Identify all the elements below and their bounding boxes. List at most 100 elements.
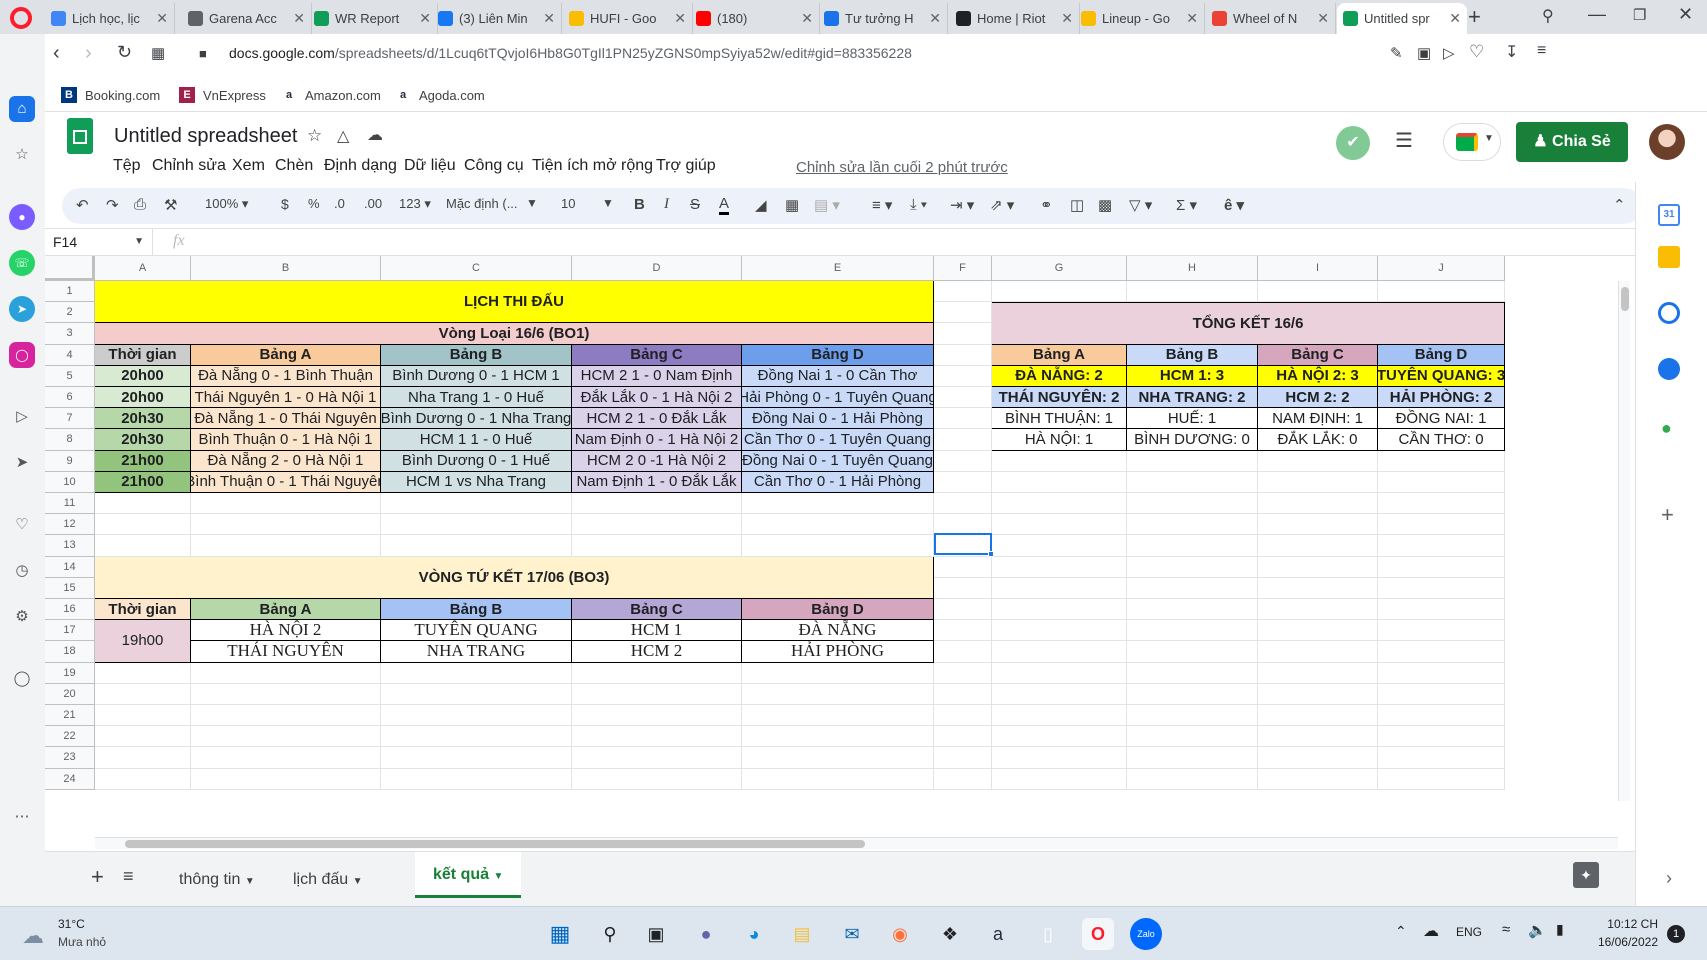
header-time[interactable]: Thời gian [95, 344, 191, 366]
tab-close-icon[interactable]: ✕ [674, 10, 686, 27]
spreadsheet-grid[interactable]: ABCDEFGHIJ 1 2 3 4 5 6 7 8 9 10 11 12 13 14 15 16 17 18 19… [45, 256, 1635, 851]
empty-cell[interactable] [1258, 450, 1378, 472]
wifi-icon[interactable]: ≈ [1502, 921, 1510, 938]
quarterfinal-team[interactable]: THÁI NGUYÊN [191, 641, 381, 663]
empty-cell[interactable] [1127, 556, 1258, 578]
summary-standing[interactable]: HUẾ: 1 [1127, 408, 1258, 430]
empty-cell[interactable] [1378, 768, 1505, 790]
column-header[interactable]: G [992, 256, 1127, 281]
empty-cell[interactable] [191, 705, 381, 727]
active-cell[interactable] [934, 533, 992, 555]
empty-cell[interactable] [742, 683, 934, 705]
hide-panel-icon[interactable]: › [1666, 868, 1672, 889]
empty-cell[interactable] [381, 662, 572, 684]
empty-cell[interactable] [1378, 705, 1505, 727]
history-icon[interactable]: ◷ [9, 558, 35, 584]
empty-cell[interactable] [934, 747, 992, 769]
match-result[interactable]: Cần Thơ 0 - 1 Hải Phòng [742, 471, 934, 493]
empty-cell[interactable] [1258, 641, 1378, 663]
empty-cell[interactable] [1258, 747, 1378, 769]
empty-cell[interactable] [1378, 620, 1505, 642]
empty-cell[interactable] [572, 705, 742, 727]
empty-cell[interactable] [572, 514, 742, 536]
summary-standing[interactable]: CẦN THƠ: 0 [1378, 429, 1505, 451]
empty-cell[interactable] [381, 726, 572, 748]
chat-icon[interactable]: ● [690, 918, 722, 950]
align-horizontal-icon[interactable]: ≡ ▾ [872, 196, 892, 214]
summary-standing[interactable]: BÌNH DƯƠNG: 0 [1127, 429, 1258, 451]
empty-cell[interactable] [992, 768, 1127, 790]
empty-cell[interactable] [992, 620, 1127, 642]
empty-cell[interactable] [742, 747, 934, 769]
column-header[interactable]: H [1127, 256, 1258, 281]
empty-cell[interactable] [742, 662, 934, 684]
column-header[interactable]: J [1378, 256, 1505, 281]
match-time[interactable]: 20h30 [95, 408, 191, 430]
row-header[interactable]: 22 [45, 726, 95, 748]
empty-cell[interactable] [742, 726, 934, 748]
match-result[interactable]: HCM 1 vs Nha Trang [381, 471, 572, 493]
row-header[interactable]: 14 [45, 556, 95, 578]
match-result[interactable]: Bình Dương 0 - 1 HCM 1 [381, 365, 572, 387]
row-header[interactable]: 7 [45, 408, 95, 430]
vertical-scroll-thumb[interactable] [1621, 287, 1629, 311]
empty-cell[interactable] [191, 535, 381, 557]
quarterfinal-team[interactable]: NHA TRANG [381, 641, 572, 663]
match-result[interactable]: Cần Thơ 0 - 1 Tuyên Quang [742, 429, 934, 451]
empty-cell[interactable] [1258, 620, 1378, 642]
forward-icon[interactable]: › [85, 42, 92, 65]
zalo-icon[interactable]: Zalo [1130, 918, 1162, 950]
browser-tab[interactable]: (180) ✕ [690, 3, 820, 34]
opera-logo-icon[interactable] [10, 7, 32, 29]
empty-cell[interactable] [934, 705, 992, 727]
summary-standing[interactable]: HCM 1: 3 [1127, 365, 1258, 387]
italic-icon[interactable]: I [664, 196, 669, 213]
empty-cell[interactable] [1258, 683, 1378, 705]
summary-standing[interactable]: TUYÊN QUANG: 3 [1378, 365, 1505, 387]
header-group[interactable]: Bảng D [742, 344, 934, 366]
header-group[interactable]: Bảng C [572, 599, 742, 621]
empty-cell[interactable] [742, 535, 934, 557]
row-header[interactable]: 17 [45, 620, 95, 642]
column-header[interactable]: E [742, 256, 934, 281]
browser-tab[interactable]: WR Report ✕ [308, 3, 438, 34]
empty-cell[interactable] [934, 620, 992, 642]
restore-button[interactable]: ❐ [1633, 6, 1646, 24]
insert-link-icon[interactable]: ⚭ [1040, 196, 1053, 214]
empty-cell[interactable] [1378, 726, 1505, 748]
match-result[interactable]: Đồng Nai 0 - 1 Tuyên Quang [742, 450, 934, 472]
browser-tab[interactable]: Wheel of N ✕ [1206, 3, 1336, 34]
match-result[interactable]: Bình Thuận 0 - 1 Thái Nguyên [191, 471, 381, 493]
header-group[interactable]: Bảng A [191, 599, 381, 621]
language-indicator[interactable]: ENG [1456, 925, 1482, 939]
tasks-icon[interactable] [1658, 302, 1680, 324]
row-header[interactable]: 13 [45, 535, 95, 557]
empty-cell[interactable] [992, 493, 1127, 515]
tab-close-icon[interactable]: ✕ [543, 10, 555, 27]
back-icon[interactable]: ‹ [53, 42, 60, 65]
messenger-icon[interactable]: ● [9, 204, 35, 230]
match-result[interactable]: Bình Dương 0 - 1 Nha Trang [381, 408, 572, 430]
match-result[interactable]: Đồng Nai 0 - 1 Hải Phòng [742, 408, 934, 430]
formula-input[interactable] [201, 229, 1631, 255]
match-result[interactable]: Đà Nẵng 1 - 0 Thái Nguyên [191, 408, 381, 430]
summary-standing[interactable]: NHA TRANG: 2 [1127, 387, 1258, 409]
header-group[interactable]: Bảng D [742, 599, 934, 621]
column-header[interactable]: D [572, 256, 742, 281]
menu-item[interactable]: Dữ liệu [404, 157, 456, 175]
tab-close-icon[interactable]: ✕ [156, 10, 168, 27]
bookmark-booking[interactable]: B Booking.com [61, 87, 160, 103]
match-result[interactable]: Đà Nẵng 2 - 0 Hà Nội 1 [191, 450, 381, 472]
empty-cell[interactable] [1258, 556, 1378, 578]
menu-icon[interactable]: ≡ [1537, 42, 1546, 60]
url-field[interactable]: docs.google.com/spreadsheets/d/1Lcuq6tTQ… [229, 45, 912, 61]
match-result[interactable]: Đắk Lắk 0 - 1 Hà Nội 2 [572, 387, 742, 409]
header-group[interactable]: Bảng A [191, 344, 381, 366]
empty-cell[interactable] [992, 747, 1127, 769]
explore-icon[interactable]: ✦ [1573, 862, 1599, 888]
empty-cell[interactable] [1258, 726, 1378, 748]
empty-cell[interactable] [1127, 493, 1258, 515]
row-header[interactable]: 11 [45, 493, 95, 515]
empty-cell[interactable] [1258, 535, 1378, 557]
empty-cell[interactable] [992, 450, 1127, 472]
